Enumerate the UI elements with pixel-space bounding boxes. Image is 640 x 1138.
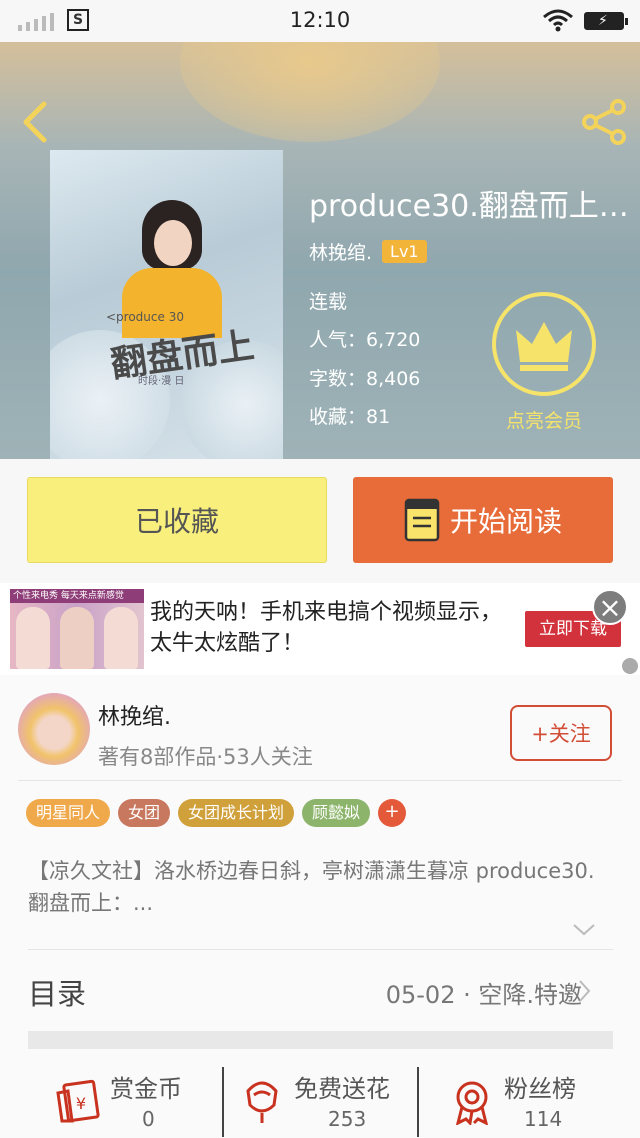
favorited-label: 已收藏 [134, 505, 219, 538]
avatar[interactable] [18, 693, 90, 765]
reward-coins-button[interactable]: ¥ 赏金币 0 [54, 1065, 254, 1135]
section-separator [28, 1031, 613, 1049]
ad-image[interactable]: 个性来电秀 每天来点新感觉 [10, 589, 144, 669]
reward-label: 赏金币 [110, 1075, 182, 1103]
action-bar: 已收藏 开始阅读 [0, 459, 640, 581]
start-reading-button[interactable]: 开始阅读 [353, 477, 613, 563]
ad-banner[interactable]: 个性来电秀 每天来点新感觉 我的天呐！手机来电搞个视频显示，太牛太炫酷了！ 立即… [0, 583, 640, 675]
flower-icon [246, 1081, 278, 1123]
flowers-count: 253 [328, 1107, 367, 1131]
cover-subline: 时段·漫 日 [138, 376, 185, 387]
red-envelope-icon: ¥ [56, 1079, 100, 1123]
vip-label[interactable]: 点亮会员 [492, 406, 596, 433]
ad-mark-icon [622, 658, 638, 674]
share-icon[interactable] [580, 98, 628, 146]
author-stats: 著有8部作品·53人关注 [98, 745, 313, 769]
send-flowers-button[interactable]: 免费送花 253 [238, 1065, 438, 1135]
author-section: 林挽绾. 著有8部作品·53人关注 +关注 明星同人 女团 女团成长计划 顾懿姒… [0, 675, 640, 1138]
status-bar: S 12:10 ⚡ [0, 0, 640, 42]
flowers-label: 免费送花 [294, 1075, 390, 1103]
wifi-icon [543, 9, 573, 32]
more-tags-button[interactable]: + [378, 799, 407, 827]
book-author[interactable]: 林挽绾. [309, 238, 372, 265]
bottom-actions: ¥ 赏金币 0 免费送花 253 粉丝榜 114 [0, 1065, 640, 1138]
ad-text[interactable]: 我的天呐！手机来电搞个视频显示，太牛太炫酷了！ [150, 597, 510, 659]
book-header: <produce 30 翻盘而上 时段·漫 日 produce30.翻盘而上：.… [0, 42, 640, 459]
book-status: 连载 [309, 291, 348, 313]
medal-icon [455, 1081, 489, 1125]
follow-button[interactable]: +关注 [510, 705, 612, 761]
tag-list: 明星同人 女团 女团成长计划 顾懿姒 + [26, 799, 407, 827]
tag-item[interactable]: 女团成长计划 [178, 799, 295, 827]
start-reading-label: 开始阅读 [449, 505, 562, 538]
favorited-button[interactable]: 已收藏 [27, 477, 327, 563]
battery-icon: ⚡ [584, 12, 628, 30]
tag-item[interactable]: 明星同人 [26, 799, 111, 827]
book-popularity: 人气：6,720 [309, 329, 421, 351]
ad-image-caption: 个性来电秀 每天来点新感觉 [10, 589, 144, 603]
vip-button[interactable] [492, 292, 596, 396]
book-cover[interactable]: <produce 30 翻盘而上 时段·漫 日 [50, 150, 283, 459]
book-author-line: 林挽绾. Lv1 [309, 238, 427, 265]
divider [417, 1067, 419, 1137]
close-icon[interactable]: × [592, 589, 628, 625]
fans-count: 114 [524, 1107, 563, 1131]
chevron-down-icon[interactable] [572, 923, 596, 937]
divider [222, 1067, 224, 1137]
chevron-right-icon[interactable] [578, 979, 592, 1003]
book-intro[interactable]: 【凉久文社】洛水桥边春日斜，亭树潇潇生暮凉 produce30.翻盘而上：... [28, 855, 613, 919]
divider [18, 780, 622, 781]
fans-ranking-button[interactable]: 粉丝榜 114 [448, 1065, 640, 1135]
level-badge: Lv1 [382, 240, 427, 263]
book-favorites: 收藏：81 [309, 406, 391, 428]
toc-label[interactable]: 目录 [28, 971, 86, 1013]
svg-text:¥: ¥ [76, 1094, 86, 1113]
fans-label: 粉丝榜 [504, 1075, 576, 1103]
cover-small-text: <produce 30 [106, 310, 184, 324]
toc-latest-chapter[interactable]: 05-02 · 空降.特邀 [386, 975, 582, 1010]
tag-item[interactable]: 顾懿姒 [302, 799, 371, 827]
divider [28, 949, 613, 950]
tag-item[interactable]: 女团 [118, 799, 171, 827]
book-icon [404, 498, 440, 542]
back-icon[interactable] [18, 100, 58, 144]
book-title: produce30.翻盘而上：... [309, 189, 629, 224]
reward-count: 0 [142, 1107, 155, 1131]
crown-icon [516, 322, 572, 371]
book-word-count: 字数：8,406 [309, 368, 421, 390]
author-name[interactable]: 林挽绾. [98, 699, 171, 731]
